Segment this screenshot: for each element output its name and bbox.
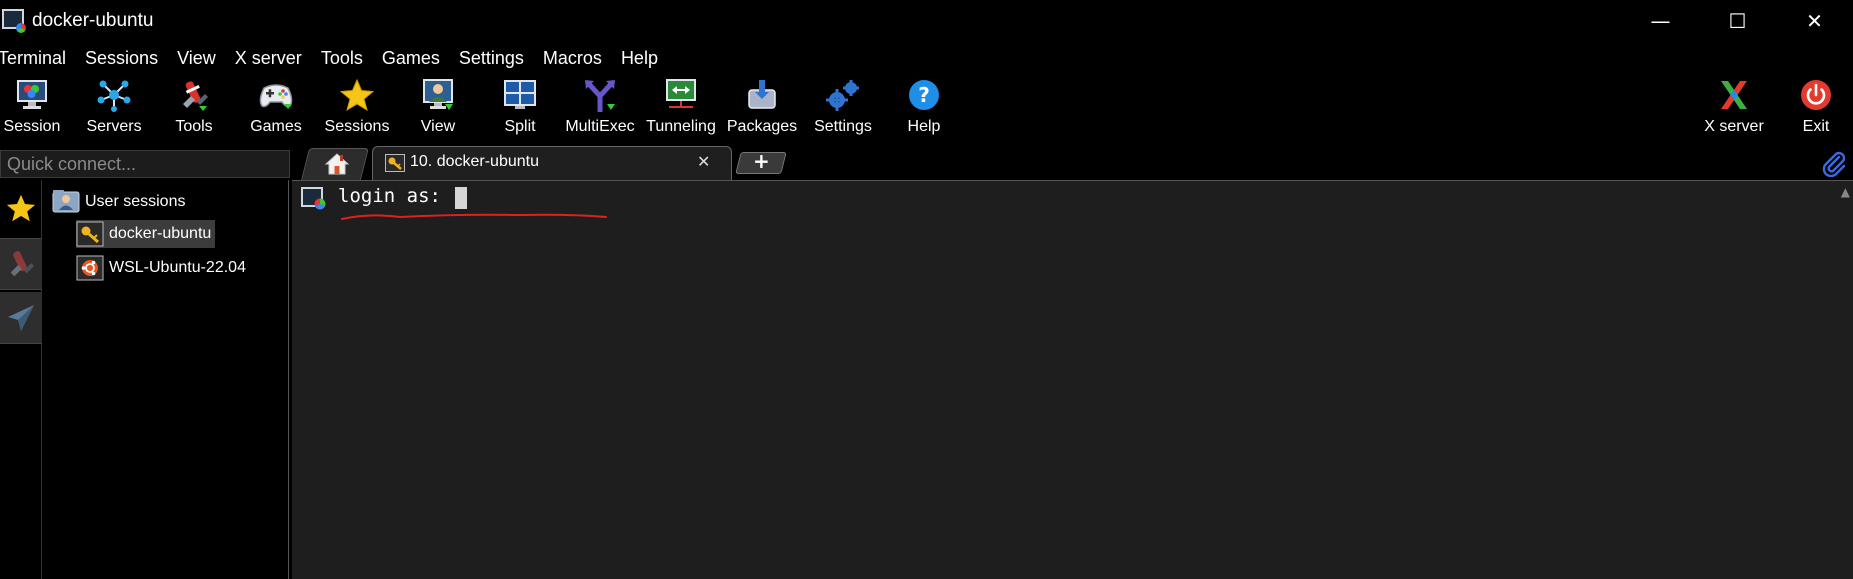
- terminal-cursor: [455, 187, 467, 209]
- mobaxterm-app-icon: [2, 9, 26, 33]
- x-server-icon: [1716, 77, 1752, 113]
- servers-icon: [96, 77, 132, 113]
- servers-button[interactable]: Servers: [82, 74, 146, 146]
- annotation-underline: [341, 213, 607, 220]
- paperclip-icon[interactable]: [1819, 149, 1847, 182]
- games-label: Games: [250, 118, 302, 135]
- multiexec-icon: [582, 77, 618, 113]
- tunneling-button[interactable]: Tunneling: [644, 74, 718, 146]
- tunneling-label: Tunneling: [646, 118, 716, 135]
- split-label: Split: [504, 118, 536, 135]
- servers-label: Servers: [86, 118, 142, 135]
- gamepad-icon: [258, 77, 294, 113]
- tree-item-wsl-ubuntu[interactable]: WSL-Ubuntu-22.04: [76, 254, 246, 282]
- menu-x-server[interactable]: X server: [226, 48, 312, 69]
- packages-icon: [744, 77, 780, 113]
- ubuntu-icon: [76, 255, 104, 281]
- menu-help[interactable]: Help: [612, 48, 668, 69]
- x-server-label: X server: [1704, 118, 1764, 135]
- exit-label: Exit: [1802, 118, 1830, 135]
- packages-button[interactable]: Packages: [726, 74, 798, 146]
- tree-group-label: User sessions: [85, 193, 186, 210]
- split-icon: [502, 77, 538, 113]
- help-button[interactable]: ? Help: [904, 74, 944, 146]
- tunneling-icon: [663, 77, 699, 113]
- session-icon: [14, 77, 50, 113]
- home-tab[interactable]: [301, 146, 369, 180]
- session-button[interactable]: Session: [2, 74, 62, 146]
- toolbar: Session Servers Tools Games Sessions Vie…: [0, 74, 1853, 146]
- quick-connect-input[interactable]: Quick connect...: [0, 150, 290, 178]
- menu-macros[interactable]: Macros: [534, 48, 612, 69]
- home-icon: [324, 153, 350, 180]
- maximize-button[interactable]: ☐: [1699, 0, 1776, 42]
- games-button[interactable]: Games: [248, 74, 304, 146]
- tools-sidebar-tab[interactable]: [0, 238, 42, 290]
- terminal-scrollbar[interactable]: ▲: [1835, 181, 1853, 579]
- gear-icon: [825, 77, 861, 113]
- svg-text:?: ?: [918, 83, 930, 107]
- key-icon: [385, 154, 405, 177]
- user-folder-icon: [52, 189, 80, 215]
- sftp-sidebar-tab[interactable]: [0, 292, 42, 344]
- sessions-sidebar-tab[interactable]: [0, 182, 42, 234]
- menu-games[interactable]: Games: [373, 48, 450, 69]
- minimize-button[interactable]: —: [1622, 0, 1699, 42]
- menu-bar: Terminal Sessions View X server Tools Ga…: [0, 42, 1853, 74]
- plus-icon: +: [753, 149, 770, 173]
- multiexec-label: MultiExec: [565, 118, 635, 135]
- menu-settings[interactable]: Settings: [450, 48, 534, 69]
- session-label: Session: [3, 118, 61, 135]
- menu-sessions[interactable]: Sessions: [76, 48, 168, 69]
- terminal-area[interactable]: login as: ▲: [292, 180, 1853, 579]
- terminal-session-icon: [301, 187, 327, 216]
- tools-button[interactable]: Tools: [168, 74, 220, 146]
- scroll-up-icon[interactable]: ▲: [1841, 185, 1850, 199]
- settings-button[interactable]: Settings: [812, 74, 874, 146]
- tree-item-label: docker-ubuntu: [109, 225, 212, 242]
- sessions-tree: User sessions docker-ubuntu WSL-Ubuntu-2…: [42, 180, 289, 579]
- view-icon: [420, 77, 456, 113]
- multiexec-button[interactable]: MultiExec: [565, 74, 635, 146]
- close-button[interactable]: ✕: [1776, 0, 1853, 42]
- view-button[interactable]: View: [418, 74, 458, 146]
- window-title: docker-ubuntu: [32, 10, 154, 31]
- menu-view[interactable]: View: [168, 48, 226, 69]
- sessions-label: Sessions: [324, 118, 390, 135]
- tab-label: 10. docker-ubuntu: [410, 153, 539, 170]
- tab-docker-ubuntu[interactable]: 10. docker-ubuntu ✕: [372, 146, 732, 180]
- exit-button[interactable]: Exit: [1796, 74, 1836, 146]
- tree-item-label: WSL-Ubuntu-22.04: [109, 259, 246, 276]
- menu-terminal[interactable]: Terminal: [0, 48, 76, 69]
- help-icon: ?: [906, 77, 942, 113]
- star-icon: [339, 77, 375, 113]
- tab-close-icon[interactable]: ✕: [697, 152, 710, 171]
- tab-bar: Quick connect... 10. docker-ubuntu ✕ +: [0, 146, 1853, 180]
- tree-group-user-sessions[interactable]: User sessions: [52, 188, 185, 216]
- packages-label: Packages: [726, 118, 798, 135]
- sidebar-tab-strip: [0, 180, 42, 579]
- login-prompt: login as:: [338, 185, 453, 207]
- title-bar: docker-ubuntu — ☐ ✕: [0, 0, 1853, 42]
- sessions-button[interactable]: Sessions: [324, 74, 390, 146]
- tools-icon: [10, 251, 35, 277]
- tools-icon: [176, 77, 212, 113]
- x-server-button[interactable]: X server: [1702, 74, 1766, 146]
- star-icon: [6, 194, 36, 222]
- power-icon: [1798, 77, 1834, 113]
- tree-item-docker-ubuntu[interactable]: docker-ubuntu: [76, 220, 216, 248]
- paper-plane-icon: [8, 304, 34, 331]
- tools-label: Tools: [175, 118, 213, 135]
- split-button[interactable]: Split: [500, 74, 540, 146]
- help-label: Help: [907, 118, 941, 135]
- view-label: View: [420, 118, 456, 135]
- new-tab-button[interactable]: +: [735, 146, 787, 180]
- settings-label: Settings: [814, 118, 872, 135]
- ssh-key-icon: [76, 221, 104, 247]
- menu-tools[interactable]: Tools: [312, 48, 373, 69]
